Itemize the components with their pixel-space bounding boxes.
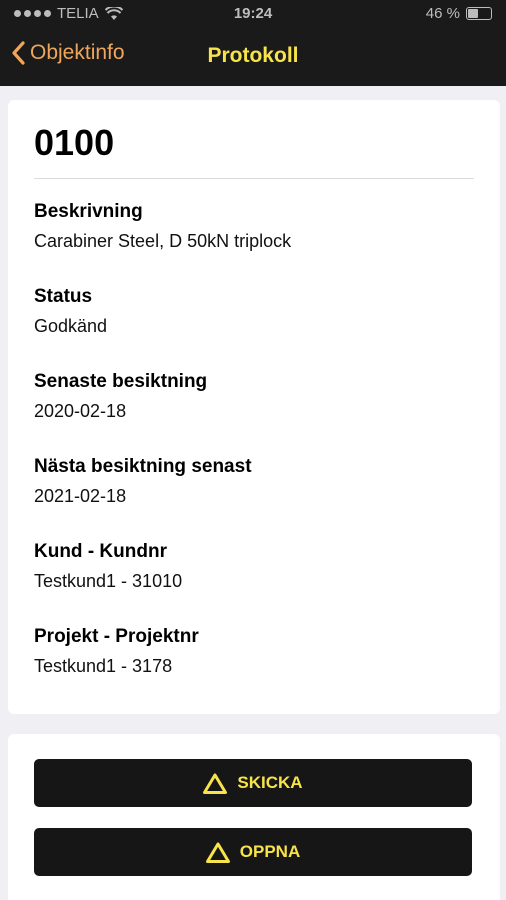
field-nasta-besiktning: Nästa besiktning senast 2021-02-18 <box>34 455 252 508</box>
status-right: 46 % <box>426 5 492 22</box>
field-value: Godkänd <box>34 316 108 336</box>
open-button-label: OPPNA <box>239 842 301 861</box>
warning-triangle-icon <box>203 773 228 794</box>
field-value: Testkund1 - 31010 <box>34 571 183 591</box>
send-button-label: SKICKA <box>237 773 303 792</box>
divider <box>34 178 474 179</box>
field-kund: Kund - Kundnr Testkund1 - 31010 <box>34 540 182 593</box>
field-status: Status Godkänd <box>34 285 107 338</box>
field-value: 2020-02-18 <box>34 401 127 421</box>
open-button[interactable]: OPPNA <box>34 828 472 876</box>
send-button[interactable]: SKICKA <box>34 759 472 807</box>
navigation-bar: Objektinfo Protokoll <box>0 34 506 82</box>
battery-percent: 46 % <box>425 5 460 22</box>
field-senaste-besiktning: Senaste besiktning 2020-02-18 <box>34 370 207 423</box>
field-value: Testkund1 - 3178 <box>34 656 173 676</box>
status-bar: TELIA 19:24 46 % <box>0 0 506 30</box>
object-info-card: 0100 Beskrivning Carabiner Steel, D 50kN… <box>8 100 500 714</box>
page-title: Protokoll <box>207 44 299 67</box>
warning-triangle-icon <box>205 842 230 863</box>
field-label: Senaste besiktning <box>34 371 208 392</box>
field-value: Carabiner Steel, D 50kN triplock <box>34 231 292 251</box>
actions-panel: SKICKA OPPNA <box>8 734 500 900</box>
field-label: Beskrivning <box>34 201 143 222</box>
top-bar: TELIA 19:24 46 % Objektinfo Protokoll <box>0 0 506 86</box>
battery-icon <box>466 7 492 20</box>
field-beskrivning: Beskrivning Carabiner Steel, D 50kN trip… <box>34 200 291 253</box>
field-value: 2021-02-18 <box>34 486 127 506</box>
field-label: Projekt - Projektnr <box>34 626 199 647</box>
field-projekt: Projekt - Projektnr Testkund1 - 3178 <box>34 625 199 678</box>
field-label: Status <box>34 286 93 307</box>
field-label: Nästa besiktning senast <box>34 456 252 477</box>
field-label: Kund - Kundnr <box>34 541 167 562</box>
object-number: 0100 <box>34 122 115 163</box>
